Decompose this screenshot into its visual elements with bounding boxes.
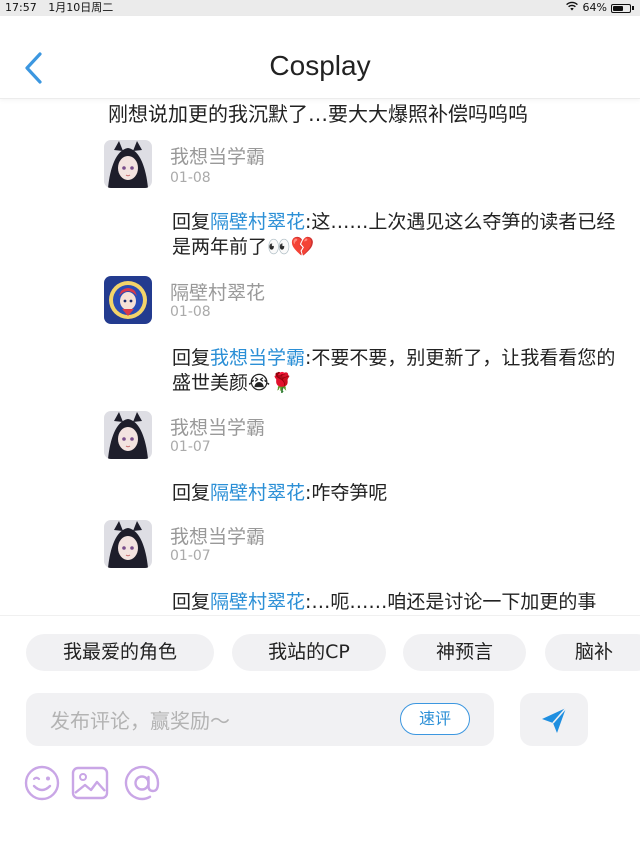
- comment-username[interactable]: 我想当学霸: [170, 522, 265, 549]
- comment-list[interactable]: 刚想说加更的我沉默了…要大大爆照补偿吗呜呜 我想当学霸 01-08 回复隔壁村翠…: [0, 98, 640, 615]
- status-time: 17:57: [5, 1, 37, 14]
- comment-reply-text: 回复我想当学霸:不要不要，别更新了，让我看看您的盛世美颜😭🌹: [172, 346, 622, 396]
- avatar[interactable]: [104, 140, 152, 188]
- comment-username[interactable]: 我想当学霸: [170, 142, 265, 169]
- send-icon: [542, 707, 567, 733]
- topic-tag[interactable]: 我站的CP: [232, 634, 386, 671]
- comment-date: 01-07: [170, 548, 211, 564]
- status-date: 1月10日周二: [48, 1, 114, 14]
- mention-link[interactable]: 隔壁村翠花: [210, 482, 305, 504]
- comment-input-box: 速评: [26, 693, 494, 748]
- mention-link[interactable]: 我想当学霸: [210, 347, 305, 369]
- avatar[interactable]: [104, 520, 152, 568]
- comment-username[interactable]: 隔壁村翠花: [170, 278, 265, 305]
- avatar[interactable]: [104, 411, 152, 459]
- comment-input[interactable]: [48, 693, 382, 748]
- reply-prefix: 回复: [172, 211, 211, 233]
- wifi-icon: [565, 0, 579, 16]
- battery-percent: 64%: [582, 1, 607, 14]
- mention-link[interactable]: 隔壁村翠花: [210, 211, 305, 233]
- reply-body: :…呃……咱还是讨论一下加更的事: [305, 591, 597, 613]
- reply-prefix: 回复: [172, 347, 211, 369]
- avatar[interactable]: [104, 276, 152, 324]
- truncated-comment-text: 刚想说加更的我沉默了…要大大爆照补偿吗呜呜: [108, 102, 528, 126]
- send-button[interactable]: [520, 693, 588, 746]
- comment-date: 01-08: [170, 170, 211, 186]
- comment-username[interactable]: 我想当学霸: [170, 413, 265, 440]
- image-icon[interactable]: [70, 763, 110, 803]
- page-title: Cosplay: [269, 50, 371, 81]
- reply-prefix: 回复: [172, 482, 211, 504]
- mention-link[interactable]: 隔壁村翠花: [210, 591, 305, 613]
- comment-reply-text: 回复隔壁村翠花:…呃……咱还是讨论一下加更的事: [172, 590, 622, 615]
- comment-reply-text: 回复隔壁村翠花:这……上次遇见这么夺笋的读者已经是两年前了👀💔: [172, 210, 622, 260]
- comment-date: 01-08: [170, 304, 211, 320]
- comment-reply-text: 回复隔壁村翠花:咋夺笋呢: [172, 481, 622, 506]
- nav-bar: Cosplay: [0, 16, 640, 99]
- topic-tag[interactable]: 神预言: [403, 634, 526, 671]
- status-bar: 17:57 1月10日周二 64%: [0, 0, 640, 16]
- topic-tag[interactable]: 脑补: [545, 634, 640, 671]
- quick-comment-button[interactable]: 速评: [400, 703, 470, 735]
- topic-tag[interactable]: 我最爱的角色: [26, 634, 214, 671]
- comment-date: 01-07: [170, 439, 211, 455]
- at-icon[interactable]: [122, 763, 162, 803]
- reply-prefix: 回复: [172, 591, 211, 613]
- comment-composer: 我最爱的角色 我站的CP 神预言 脑补 速评: [0, 615, 640, 854]
- reply-body: :咋夺笋呢: [305, 482, 388, 504]
- battery-icon: [611, 3, 631, 13]
- emoji-icon[interactable]: [22, 763, 62, 803]
